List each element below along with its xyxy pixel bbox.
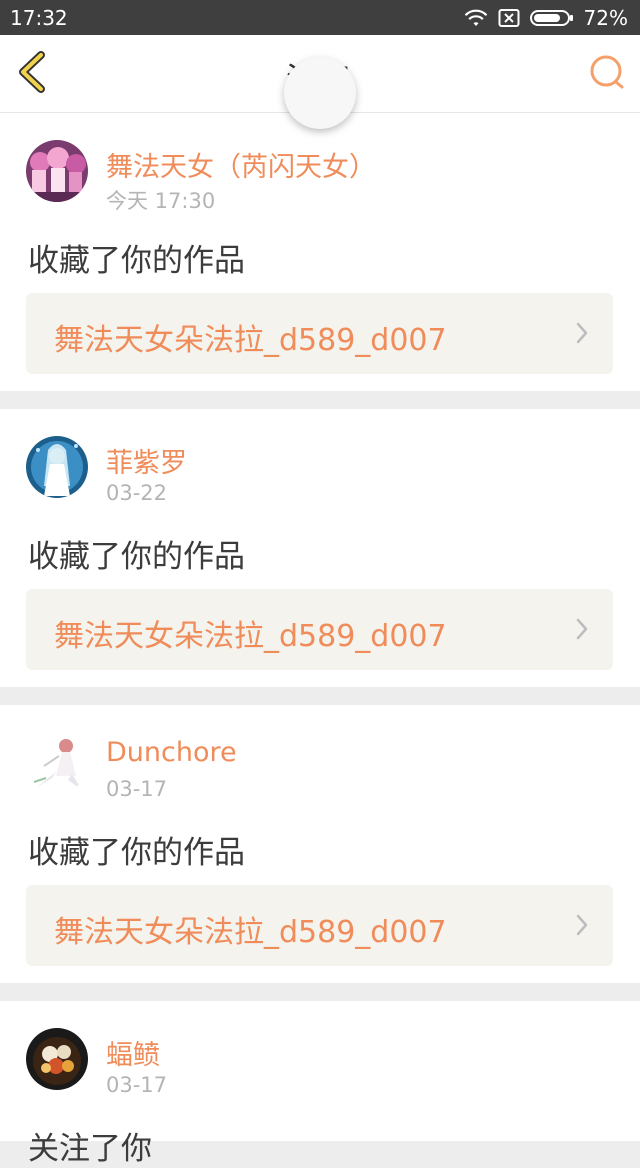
chevron-right-icon bbox=[575, 617, 589, 645]
floating-touch-indicator bbox=[284, 57, 356, 129]
user-name[interactable]: 蝠鲼 bbox=[106, 1033, 160, 1072]
message-card: 菲紫罗 03-22 收藏了你的作品 舞法天女朵法拉_d589_d007 bbox=[0, 409, 640, 687]
chevron-right-icon bbox=[575, 913, 589, 941]
work-title: 舞法天女朵法拉_d589_d007 bbox=[54, 619, 447, 654]
status-time: 17:32 bbox=[10, 6, 68, 30]
work-link[interactable]: 舞法天女朵法拉_d589_d007 bbox=[26, 885, 613, 966]
work-link[interactable]: 舞法天女朵法拉_d589_d007 bbox=[26, 589, 613, 670]
message-card: Dunchore 03-17 收藏了你的作品 舞法天女朵法拉_d589_d007 bbox=[0, 705, 640, 983]
work-title: 舞法天女朵法拉_d589_d007 bbox=[54, 323, 447, 358]
action-text: 收藏了你的作品 bbox=[28, 835, 245, 871]
message-time: 03-17 bbox=[106, 1073, 168, 1097]
status-icons: 72% bbox=[464, 6, 628, 30]
message-time: 03-22 bbox=[106, 481, 168, 505]
message-card: 舞法天女（芮闪天女） 今天 17:30 收藏了你的作品 舞法天女朵法拉_d589… bbox=[0, 113, 640, 391]
action-text: 收藏了你的作品 bbox=[28, 539, 245, 575]
action-text: 收藏了你的作品 bbox=[28, 243, 245, 279]
battery-percentage: 72% bbox=[583, 6, 628, 30]
user-name[interactable]: 菲紫罗 bbox=[106, 441, 187, 480]
work-title: 舞法天女朵法拉_d589_d007 bbox=[54, 915, 447, 950]
message-card: 蝠鲼 03-17 关注了你 bbox=[0, 1001, 640, 1167]
status-bar: 17:32 72% bbox=[0, 0, 640, 35]
user-name[interactable]: 舞法天女（芮闪天女） bbox=[106, 145, 376, 184]
wifi-icon bbox=[464, 8, 488, 28]
message-time: 今天 17:30 bbox=[106, 189, 216, 213]
work-link[interactable]: 舞法天女朵法拉_d589_d007 bbox=[26, 293, 613, 374]
message-time: 03-17 bbox=[106, 777, 168, 801]
avatar[interactable] bbox=[26, 1028, 88, 1090]
search-button[interactable] bbox=[586, 53, 628, 95]
search-icon bbox=[588, 53, 626, 95]
avatar[interactable] bbox=[26, 732, 88, 794]
avatar[interactable] bbox=[26, 436, 88, 498]
avatar[interactable] bbox=[26, 140, 88, 202]
action-text: 关注了你 bbox=[28, 1131, 152, 1167]
no-sim-icon bbox=[498, 8, 520, 28]
user-name[interactable]: Dunchore bbox=[106, 737, 237, 768]
battery-icon bbox=[529, 8, 574, 28]
chevron-right-icon bbox=[575, 321, 589, 349]
